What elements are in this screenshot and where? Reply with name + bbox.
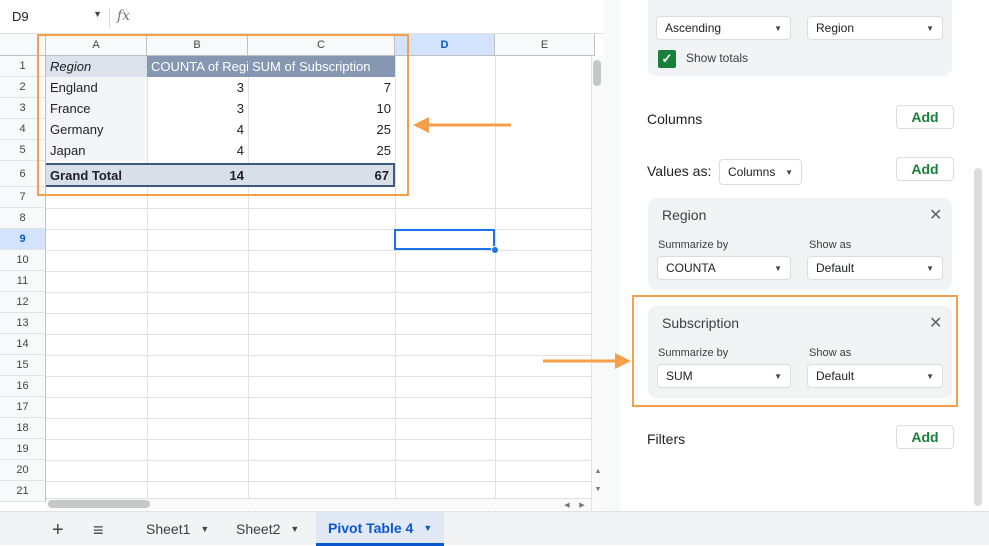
sort-by-value: Region	[816, 21, 855, 35]
summarize-by-dropdown[interactable]: COUNTA ▼	[657, 256, 791, 280]
row-header[interactable]: 21	[0, 481, 46, 502]
row-header[interactable]: 15	[0, 355, 46, 376]
arrow-left-icon	[413, 117, 511, 133]
summarize-by-value: COUNTA	[666, 261, 716, 275]
add-filter-button[interactable]: Add	[896, 425, 954, 449]
gridline	[46, 208, 591, 209]
gridline	[46, 313, 591, 314]
pivot-editor-panel: Ascending ▼ Region ▼ Show totals ✓ Columns…	[620, 0, 989, 511]
vertical-scroll-thumb[interactable]	[593, 60, 601, 86]
highlight-box	[37, 34, 409, 196]
gridline	[46, 355, 591, 356]
row-header[interactable]: 19	[0, 439, 46, 460]
chevron-down-icon: ▼	[926, 23, 934, 33]
show-totals-label: Show totals	[686, 51, 749, 65]
gridline	[46, 481, 591, 482]
value-card-region: Region ✕ Summarize by Show as COUNTA ▼ De…	[648, 198, 952, 290]
gridline	[46, 376, 591, 377]
highlight-box	[632, 295, 958, 407]
scroll-down-icon[interactable]: ▼	[593, 484, 603, 494]
filters-section-title: Filters	[647, 431, 686, 447]
add-column-button[interactable]: Add	[896, 105, 954, 129]
row-header[interactable]: 12	[0, 292, 46, 313]
add-value-button[interactable]: Add	[896, 157, 954, 181]
chevron-down-icon: ▼	[200, 524, 210, 534]
chevron-down-icon: ▼	[423, 522, 433, 533]
panel-scroll-thumb[interactable]	[974, 168, 982, 506]
row-header[interactable]: 9	[0, 229, 46, 250]
fx-icon: fx	[117, 8, 131, 24]
scroll-left-icon[interactable]: ◀	[562, 500, 572, 510]
scroll-right-icon[interactable]: ▶	[577, 500, 587, 510]
chevron-down-icon: ▼	[785, 167, 793, 177]
gridline	[46, 334, 591, 335]
value-card-title: Region	[662, 207, 707, 223]
fill-handle[interactable]	[491, 246, 499, 254]
sheet-tab-sheet1[interactable]: Sheet1 ▼	[134, 512, 221, 546]
row-header[interactable]: 14	[0, 334, 46, 355]
divider	[109, 8, 110, 28]
gridline	[46, 460, 591, 461]
sheet-tab-pivot-table-4[interactable]: Pivot Table 4 ▼	[316, 512, 445, 546]
chevron-down-icon: ▼	[290, 524, 300, 534]
arrow-right-icon	[543, 353, 631, 369]
scroll-up-icon[interactable]: ▲	[593, 466, 603, 476]
add-sheet-icon[interactable]: +	[52, 519, 64, 542]
panel-divider	[604, 0, 620, 511]
chevron-down-icon: ▼	[774, 263, 782, 273]
gridline	[46, 229, 591, 230]
gridline	[46, 418, 591, 419]
horizontal-scroll-thumb[interactable]	[48, 500, 150, 508]
row-header[interactable]: 8	[0, 208, 46, 229]
chevron-down-icon: ▼	[926, 263, 934, 273]
name-box-value: D9	[12, 9, 29, 24]
sheet-tab-sheet2[interactable]: Sheet2 ▼	[224, 512, 311, 546]
row-header[interactable]: 16	[0, 376, 46, 397]
order-value: Ascending	[665, 21, 722, 35]
rows-card: Ascending ▼ Region ▼ Show totals	[648, 0, 952, 76]
row-header[interactable]: 11	[0, 271, 46, 292]
row-header[interactable]: 17	[0, 397, 46, 418]
row-header[interactable]: 10	[0, 250, 46, 271]
close-icon[interactable]: ✕	[929, 205, 942, 225]
values-as-dropdown[interactable]: Columns ▼	[719, 159, 802, 185]
column-header-d[interactable]: D	[395, 34, 495, 56]
sheet-tab-label: Sheet1	[146, 521, 191, 537]
row-header[interactable]: 13	[0, 313, 46, 334]
show-as-label: Show as	[809, 239, 852, 251]
chevron-down-icon: ▼	[93, 9, 102, 19]
show-as-value: Default	[816, 261, 855, 275]
columns-section-title: Columns	[647, 111, 703, 127]
gridline	[46, 292, 591, 293]
sheet-tab-label: Pivot Table 4	[328, 519, 414, 536]
order-dropdown[interactable]: Ascending ▼	[656, 16, 791, 40]
name-box[interactable]: D9 ▼	[12, 9, 102, 27]
values-section-title: Values as:	[647, 163, 712, 179]
gridline	[46, 271, 591, 272]
gridline	[46, 439, 591, 440]
sort-by-dropdown[interactable]: Region ▼	[807, 16, 943, 40]
selected-cell[interactable]	[394, 229, 495, 250]
chevron-down-icon: ▼	[774, 23, 782, 33]
show-as-dropdown[interactable]: Default ▼	[807, 256, 943, 280]
summarize-by-label: Summarize by	[658, 239, 729, 251]
formula-bar: D9 ▼ fx	[0, 0, 604, 34]
row-header[interactable]: 18	[0, 418, 46, 439]
values-as-value: Columns	[728, 165, 776, 179]
all-sheets-icon[interactable]: ≡	[93, 520, 104, 541]
gridline	[46, 250, 591, 251]
vertical-scrollbar[interactable]	[591, 56, 604, 511]
column-header-e[interactable]: E	[495, 34, 595, 56]
sheet-tab-bar: + ≡ Sheet1 ▼ Sheet2 ▼ Pivot Table 4 ▼	[0, 511, 989, 546]
row-header[interactable]: 20	[0, 460, 46, 481]
show-totals-checkbox[interactable]: ✓	[658, 50, 676, 68]
sheet-tab-label: Sheet2	[236, 521, 281, 537]
gridline	[46, 397, 591, 398]
